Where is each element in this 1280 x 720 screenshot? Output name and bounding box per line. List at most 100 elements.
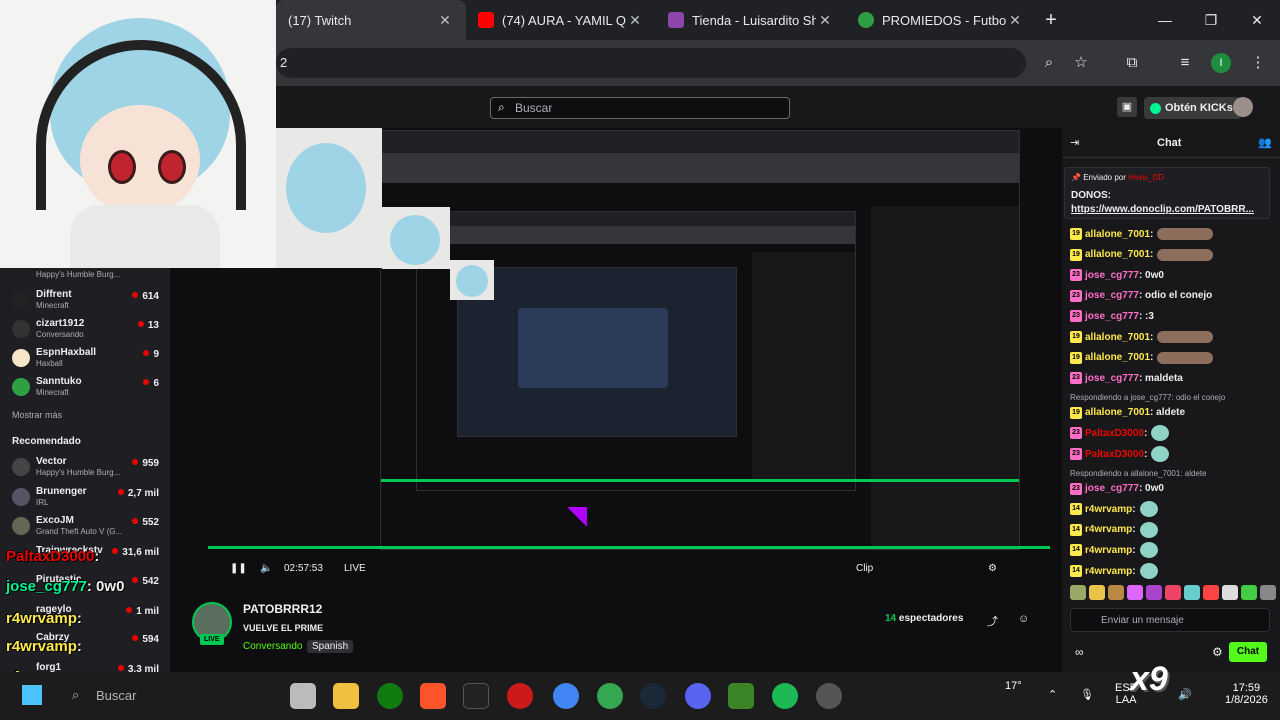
windows-start-icon[interactable] [22,685,42,705]
sidebar-channel[interactable]: EspnHaxball Haxball 9 [12,347,167,373]
tab-twitch[interactable]: (17) Twitch ✕ [276,0,466,40]
emote-icon[interactable] [1222,585,1238,600]
stream-category[interactable]: Conversando [243,641,302,652]
close-tab-icon[interactable]: ✕ [816,12,834,29]
tray-chevron-icon[interactable]: ⌃ [1048,688,1057,701]
sidebar-channel[interactable]: Vector Happy's Humble Burg... 959 [12,456,167,482]
close-tab-icon[interactable]: ✕ [436,12,454,29]
emote-icon[interactable] [1165,585,1181,600]
chrome-icon[interactable] [553,683,579,709]
menu-dots-icon[interactable]: ⋮ [1246,51,1270,75]
epic-games-icon[interactable] [463,683,489,709]
emote-icon[interactable] [1089,585,1105,600]
tab-promiedos[interactable]: PROMIEDOS - Futbol Arg ✕ [846,0,1036,40]
microphone-icon[interactable]: 🎙 [1080,688,1094,701]
show-more-link[interactable]: Mostrar más [12,410,62,420]
channel-game: Minecraft [36,388,69,397]
emote-icon[interactable] [1260,585,1276,600]
sidebar-channel[interactable]: ExcoJM Grand Theft Auto V (G... 552 [12,515,167,541]
chat-settings-gear-icon[interactable]: ⚙ [1212,645,1223,659]
close-tab-icon[interactable]: ✕ [626,12,644,29]
sidebar-channel[interactable]: Diffrent Minecraft 614 [12,289,167,315]
chat-username[interactable]: allalone_7001 [1085,407,1150,418]
chat-username[interactable]: jose_cg777 [1085,311,1139,322]
obs-icon[interactable] [816,683,842,709]
collapse-chat-icon[interactable]: ⇥ [1070,136,1079,149]
chat-users-icon[interactable]: 👥 [1258,136,1272,149]
restore-icon[interactable]: ❐ [1188,0,1234,40]
minecraft-icon[interactable] [728,683,754,709]
emote-icon[interactable] [1184,585,1200,600]
extensions-icon[interactable]: ⧉ [1120,51,1144,75]
emote-icon[interactable] [1127,585,1143,600]
pinned-link[interactable]: https://www.donoclip.com/PATOBRR... [1071,204,1254,215]
chat-username[interactable]: allalone_7001 [1085,332,1150,343]
taskbar-search[interactable]: ⌕ Buscar [70,680,210,712]
tab-youtube[interactable]: (74) AURA - YAMIL QUIEN ✕ [466,0,656,40]
settings-gear-icon[interactable]: ⚙ [988,563,997,574]
close-window-icon[interactable]: ✕ [1234,0,1280,40]
sidebar-channel[interactable]: Sanntuko Minecraft 6 [12,376,167,402]
minimize-icon[interactable]: — [1142,0,1188,40]
chat-send-button[interactable]: Chat [1229,642,1267,662]
pause-icon[interactable]: ❚❚ [230,563,247,574]
volume-icon[interactable]: 🔈 [260,563,272,574]
chat-username[interactable]: r4wrvamp [1085,566,1132,577]
user-avatar[interactable] [1233,97,1253,117]
chat-username[interactable]: allalone_7001 [1085,229,1150,240]
steam-icon[interactable] [640,683,666,709]
gift-icon[interactable]: ▣ [1117,97,1137,117]
xbox-icon[interactable] [377,683,403,709]
clip-button[interactable]: Clip [856,563,873,574]
task-view-icon[interactable] [290,683,316,709]
chat-username[interactable]: PaltaxD3000 [1085,449,1144,460]
speaker-icon[interactable]: 🔊 [1178,688,1192,701]
chat-username[interactable]: r4wrvamp [1085,504,1132,515]
channel-game: Grand Theft Auto V (G... [36,527,123,536]
chat-username[interactable]: jose_cg777 [1085,373,1139,384]
discord-icon[interactable] [685,683,711,709]
new-tab-icon[interactable]: + [1036,9,1066,32]
share-icon[interactable]: ⤴ [987,613,998,629]
chat-username[interactable]: jose_cg777 [1085,290,1139,301]
address-bar[interactable]: 2 [276,48,1026,78]
search-input[interactable]: ⌕ Buscar [490,97,790,119]
emote-icon[interactable] [1108,585,1124,600]
chat-username[interactable]: r4wrvamp [1085,545,1132,556]
streamer-name[interactable]: PATOBRRR12 [243,602,322,616]
emote-icon[interactable] [1146,585,1162,600]
combo-multiplier: x9 [1130,660,1168,698]
close-tab-icon[interactable]: ✕ [1006,12,1024,29]
profile-avatar[interactable]: I [1211,53,1231,73]
chat-username[interactable]: jose_cg777 [1085,270,1139,281]
get-kicks-button[interactable]: Obtén KICKs [1144,97,1241,119]
weather-temp[interactable]: 17° [1005,680,1022,692]
chat-username[interactable]: r4wrvamp [1085,524,1132,535]
brave-icon[interactable] [420,683,446,709]
chat-username[interactable]: jose_cg777 [1085,483,1139,494]
bookmark-star-icon[interactable]: ☆ [1069,51,1093,75]
sidebar-channel[interactable]: cizart1912 Conversando 13 [12,318,167,344]
tab-shop[interactable]: Tienda - Luisardito Shop ✕ [656,0,846,40]
chat-username[interactable]: allalone_7001 [1085,249,1150,260]
clock[interactable]: 17:59 1/8/2026 [1225,682,1268,706]
channel-avatar [12,488,30,506]
chrome-profile-icon[interactable] [597,683,623,709]
zoom-icon[interactable]: ⌕ [1037,51,1061,75]
media-control-icon[interactable]: ≡ [1173,51,1197,75]
chat-username[interactable]: allalone_7001 [1085,352,1150,363]
emote-icon[interactable] [1241,585,1257,600]
sidebar-channel[interactable]: Brunenger IRL 2,7 mil [12,486,167,512]
infinity-icon[interactable]: ∞ [1075,645,1084,659]
spotify-icon[interactable] [772,683,798,709]
file-explorer-icon[interactable] [333,683,359,709]
emote-icon[interactable] [1070,585,1086,600]
follow-user-icon[interactable]: ☺ [1018,613,1029,625]
chat-input[interactable]: Enviar un mensaje [1070,608,1270,632]
search-placeholder: Buscar [515,101,553,115]
opera-icon[interactable] [507,683,533,709]
emote-icon[interactable] [1203,585,1219,600]
language-tag[interactable]: Spanish [307,640,354,653]
chat-username[interactable]: PaltaxD3000 [1085,428,1144,439]
channel-name: Diffrent [36,289,72,300]
